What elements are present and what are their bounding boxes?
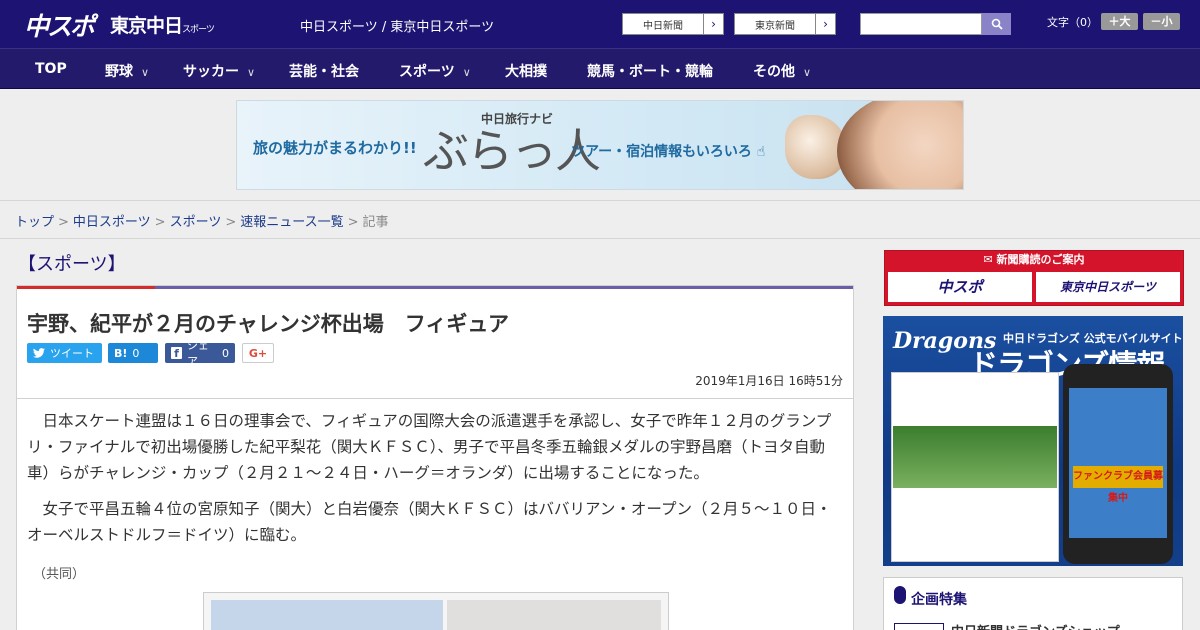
breadcrumb-separator: > [154, 215, 166, 230]
article-date: 2019年1月16日 16時51分 [695, 374, 843, 388]
tokyo-logo-text: 東京中日 [110, 15, 183, 37]
banner-navi-label: 中日旅行ナビ [481, 112, 554, 126]
breadcrumb-top[interactable]: トップ [15, 215, 54, 230]
site-header: 中スポ 東京中日スポーツ 中日スポーツ / 東京中日スポーツ 中日新聞 › 東京… [0, 0, 1200, 48]
banner-tagline: 旅の魅力がまるわかり!! [253, 139, 417, 157]
feature-title: 企画特集 [911, 592, 967, 608]
facebook-share-label: シェア [186, 339, 209, 368]
divider [17, 398, 853, 399]
nav-item-sumo[interactable]: 大相撲 [505, 61, 547, 81]
banner-subtext: ツアー・宿泊情報もいろいろ ☝ [571, 141, 765, 161]
chunichi-sports-logo[interactable]: 中スポ [24, 7, 95, 43]
hatena-bookmark-button[interactable]: B! 0 [108, 343, 158, 363]
font-larger-button[interactable]: ＋大 [1101, 13, 1138, 30]
facebook-share-button[interactable]: f シェア 0 [165, 339, 235, 368]
google-plus-button[interactable]: G+ [242, 343, 274, 363]
article-credit: （共同） [33, 567, 86, 582]
fanclub-banner: ファンクラブ会員募集中 [1073, 466, 1163, 504]
chevron-right-icon: › [703, 14, 723, 34]
article-paragraph: 日本スケート連盟は１６日の理事会で、フィギュアの国際大会の派遣選手を承認し、女子… [27, 412, 832, 482]
subscription-box[interactable]: ✉ 新聞購読のご案内 中スポ 東京中日スポーツ [884, 250, 1184, 306]
chevron-down-icon: ∨ [803, 66, 812, 79]
breadcrumb-bar: トップ > 中日スポーツ > スポーツ > 速報ニュース一覧 > 記事 [0, 200, 1200, 239]
nav-item-top[interactable]: TOP [35, 61, 67, 77]
baseball-field-image [893, 426, 1057, 488]
breadcrumb-separator: > [347, 215, 359, 230]
nav-label: サッカー [183, 64, 239, 80]
model-photo [837, 101, 963, 189]
section-title: 【スポーツ】 [18, 254, 126, 275]
nav-label: 芸能・社会 [289, 64, 359, 80]
breadcrumb-separator: > [225, 215, 237, 230]
breadcrumb-separator: > [58, 215, 69, 230]
section-rule-purple [155, 286, 853, 289]
search-input[interactable] [860, 13, 982, 35]
tokyo-chunichi-logo[interactable]: 東京中日スポーツ [110, 11, 215, 38]
tweet-button[interactable]: ツイート [27, 343, 102, 363]
tweet-label: ツイート [50, 347, 94, 360]
tokyo-logo-suffix: スポーツ [182, 25, 215, 35]
breadcrumb-sports[interactable]: スポーツ [170, 215, 222, 230]
nav-label: 大相撲 [505, 64, 547, 80]
nav-label: TOP [35, 61, 67, 77]
search-button[interactable] [982, 13, 1011, 35]
nav-item-sports[interactable]: スポーツ ∨ [399, 61, 471, 81]
tokyo-chunichi-subscribe-link[interactable]: 東京中日スポーツ [1036, 272, 1180, 302]
font-size-label: 文字（0） [1047, 16, 1098, 29]
nav-item-racing[interactable]: 競馬・ボート・競輪 [587, 61, 713, 81]
twitter-icon [33, 348, 45, 358]
chevron-right-icon: › [815, 14, 835, 34]
nav-label: 野球 [105, 64, 133, 80]
subscription-header-label: 新聞購読のご案内 [996, 253, 1085, 266]
nav-item-other[interactable]: その他 ∨ [753, 61, 811, 81]
search-icon [991, 18, 1003, 30]
hatena-icon: B! [114, 346, 128, 360]
section-rule-red [17, 286, 155, 289]
newspaper-icon: ✉ [983, 253, 997, 266]
chevron-down-icon: ∨ [247, 66, 256, 79]
tokyo-shimbun-label: 東京新聞 [755, 20, 795, 32]
font-smaller-button[interactable]: －小 [1143, 13, 1180, 30]
breadcrumb: トップ > 中日スポーツ > スポーツ > 速報ニュース一覧 > 記事 [15, 211, 389, 230]
phone-screen [1069, 388, 1167, 538]
nav-item-baseball[interactable]: 野球 ∨ [105, 61, 149, 81]
dragons-mobile-ad[interactable]: Dragons 中日ドラゴンズ 公式モバイルサイト ドラゴンズ情報 ファンクラブ… [883, 316, 1183, 566]
breadcrumb-news-list[interactable]: 速報ニュース一覧 [240, 215, 343, 230]
athlete-photo[interactable] [211, 600, 443, 630]
nav-label: その他 [753, 64, 795, 80]
feature-item-link[interactable]: 中日新聞ドラゴンズショップ [951, 621, 1120, 630]
article-photos [203, 592, 669, 630]
feature-thumbnail[interactable] [894, 623, 944, 630]
hatena-count: 0 [132, 346, 140, 360]
pointing-hand-icon: ☝ [751, 144, 766, 160]
travel-banner-ad[interactable]: 旅の魅力がまるわかり!! ぶらっ人 中日旅行ナビ ツアー・宿泊情報もいろいろ ☝ [236, 100, 964, 190]
nav-label: 競馬・ボート・競輪 [587, 64, 713, 80]
subscription-header: ✉ 新聞購読のご案内 [885, 251, 1183, 269]
chuspo-subscribe-link[interactable]: 中スポ [888, 272, 1032, 302]
tokyo-shimbun-button[interactable]: 東京新聞 › [734, 13, 836, 35]
nav-item-entertainment[interactable]: 芸能・社会 [289, 61, 359, 81]
article-paragraph: 女子で平昌五輪４位の宮原知子（関大）と白岩優奈（関大ＫＦＳＣ）はババリアン・オー… [27, 500, 832, 544]
nav-label: スポーツ [399, 64, 455, 80]
chevron-down-icon: ∨ [141, 66, 150, 79]
facebook-icon: f [171, 347, 182, 360]
breadcrumb-chunichi-sports[interactable]: 中日スポーツ [73, 215, 151, 230]
google-plus-icon: G+ [248, 346, 268, 360]
banner-subtext-label: ツアー・宿泊情報もいろいろ [571, 144, 752, 160]
feature-box: 企画特集 中日新聞ドラゴンズショップ [883, 577, 1183, 630]
nav-item-soccer[interactable]: サッカー ∨ [183, 61, 255, 81]
main-nav: TOP 野球 ∨ サッカー ∨ 芸能・社会 スポーツ ∨ 大相撲 競馬・ボート・競輪 … [0, 48, 1200, 89]
breadcrumb-current: 記事 [362, 215, 389, 230]
site-title[interactable]: 中日スポーツ / 東京中日スポーツ [300, 16, 494, 35]
ribbon-icon [894, 586, 906, 604]
athlete-photo[interactable] [447, 600, 661, 630]
chunichi-shimbun-button[interactable]: 中日新聞 › [622, 13, 724, 35]
article-card: 宇野、紀平が２月のチャレンジ杯出場 フィギュア ツイート B! 0 f シェア … [16, 285, 854, 630]
chevron-down-icon: ∨ [462, 66, 471, 79]
facebook-count: 0 [222, 346, 229, 360]
chunichi-shimbun-label: 中日新聞 [643, 20, 683, 32]
article-headline: 宇野、紀平が２月のチャレンジ杯出場 フィギュア [27, 312, 509, 336]
